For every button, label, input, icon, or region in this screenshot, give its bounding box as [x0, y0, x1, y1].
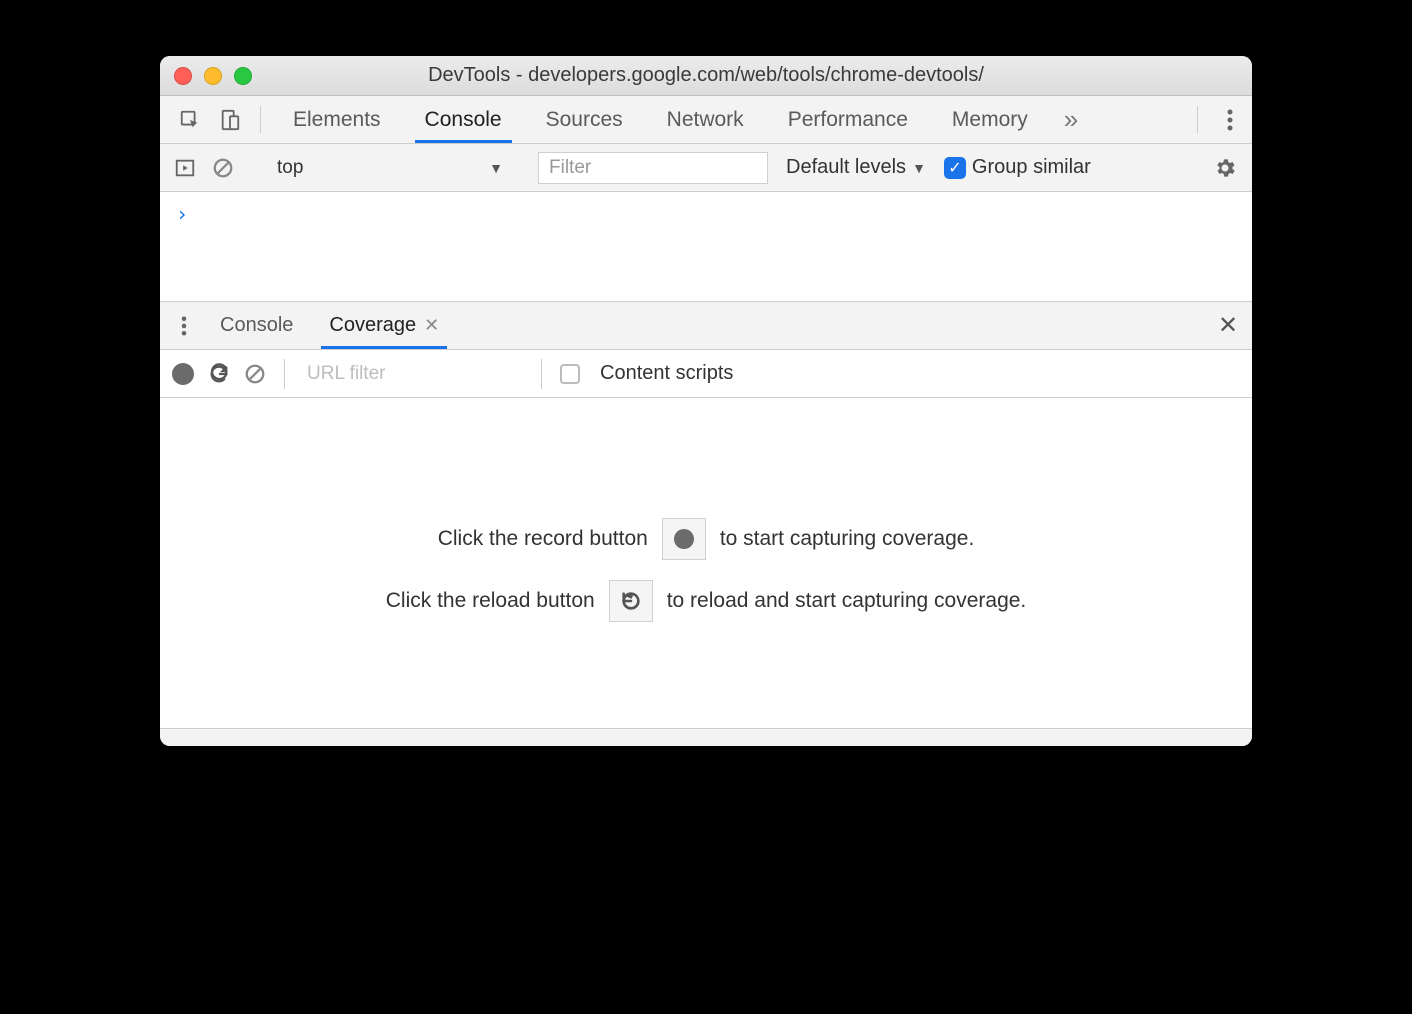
- tab-elements[interactable]: Elements: [271, 96, 403, 143]
- main-tab-strip: Elements Console Sources Network Perform…: [160, 96, 1252, 144]
- dropdown-triangle-icon: ▼: [489, 160, 503, 176]
- drawer-close-button[interactable]: ✕: [1204, 302, 1252, 349]
- tab-label: Console: [425, 108, 502, 132]
- drawer-menu-button[interactable]: [166, 302, 202, 349]
- tabs-overflow-button[interactable]: »: [1050, 96, 1092, 143]
- tab-label: Network: [667, 108, 744, 132]
- coverage-hint-reload: Click the reload button to reload and st…: [386, 580, 1027, 622]
- console-settings-icon[interactable]: [1208, 156, 1242, 180]
- window-controls: [174, 67, 252, 85]
- context-value: top: [273, 157, 303, 179]
- group-similar-toggle[interactable]: ✓ Group similar: [944, 156, 1091, 179]
- dropdown-triangle-icon: ▼: [912, 160, 926, 176]
- hint-text: Click the record button: [438, 527, 648, 551]
- inspect-element-icon[interactable]: [170, 96, 210, 143]
- content-scripts-checkbox[interactable]: [560, 364, 580, 384]
- clear-console-icon[interactable]: [208, 157, 238, 179]
- coverage-empty-state: Click the record button to start capturi…: [160, 398, 1252, 728]
- tab-label: Performance: [788, 108, 908, 132]
- coverage-toolbar: Content scripts: [160, 350, 1252, 398]
- tab-label: Sources: [546, 108, 623, 132]
- console-filter-input[interactable]: [538, 152, 768, 184]
- url-filter-input[interactable]: [303, 359, 523, 389]
- hint-text: to reload and start capturing coverage.: [667, 589, 1027, 613]
- log-levels-selector[interactable]: Default levels ▼: [776, 156, 936, 179]
- reload-button[interactable]: [208, 363, 230, 385]
- content-scripts-label: Content scripts: [600, 362, 733, 385]
- hint-text: Click the reload button: [386, 589, 595, 613]
- tab-console[interactable]: Console: [403, 96, 524, 143]
- drawer-tab-coverage[interactable]: Coverage ✕: [311, 302, 457, 349]
- group-similar-label: Group similar: [972, 156, 1091, 179]
- close-window-button[interactable]: [174, 67, 192, 85]
- close-tab-icon[interactable]: ✕: [424, 315, 439, 336]
- hint-text: to start capturing coverage.: [720, 527, 974, 551]
- status-bar: [160, 728, 1252, 746]
- tab-label: Memory: [952, 108, 1028, 132]
- record-button-inline[interactable]: [662, 518, 706, 560]
- tab-label: Console: [220, 314, 293, 337]
- tab-performance[interactable]: Performance: [766, 96, 930, 143]
- clear-coverage-icon[interactable]: [244, 363, 266, 385]
- record-button[interactable]: [172, 363, 194, 385]
- zoom-window-button[interactable]: [234, 67, 252, 85]
- drawer-tab-console[interactable]: Console: [202, 302, 311, 349]
- execute-icon[interactable]: [170, 157, 200, 179]
- console-output[interactable]: ›: [160, 192, 1252, 302]
- minimize-window-button[interactable]: [204, 67, 222, 85]
- console-prompt-icon: ›: [176, 202, 188, 226]
- tab-label: Elements: [293, 108, 381, 132]
- coverage-hint-record: Click the record button to start capturi…: [438, 518, 975, 560]
- tab-memory[interactable]: Memory: [930, 96, 1050, 143]
- drawer-tab-strip: Console Coverage ✕ ✕: [160, 302, 1252, 350]
- titlebar: DevTools - developers.google.com/web/too…: [160, 56, 1252, 96]
- reload-button-inline[interactable]: [609, 580, 653, 622]
- tab-sources[interactable]: Sources: [524, 96, 645, 143]
- checkbox-checked-icon: ✓: [944, 157, 966, 179]
- console-toolbar: top ▼ Default levels ▼ ✓ Group similar: [160, 144, 1252, 192]
- window-title: DevTools - developers.google.com/web/too…: [160, 64, 1252, 87]
- overflow-glyph: »: [1064, 104, 1078, 135]
- tab-label: Coverage: [329, 314, 416, 337]
- tab-network[interactable]: Network: [645, 96, 766, 143]
- main-menu-button[interactable]: [1208, 96, 1252, 143]
- devtools-window: DevTools - developers.google.com/web/too…: [160, 56, 1252, 746]
- context-selector[interactable]: top ▼: [263, 152, 513, 184]
- device-toolbar-icon[interactable]: [210, 96, 250, 143]
- levels-label: Default levels: [786, 156, 906, 179]
